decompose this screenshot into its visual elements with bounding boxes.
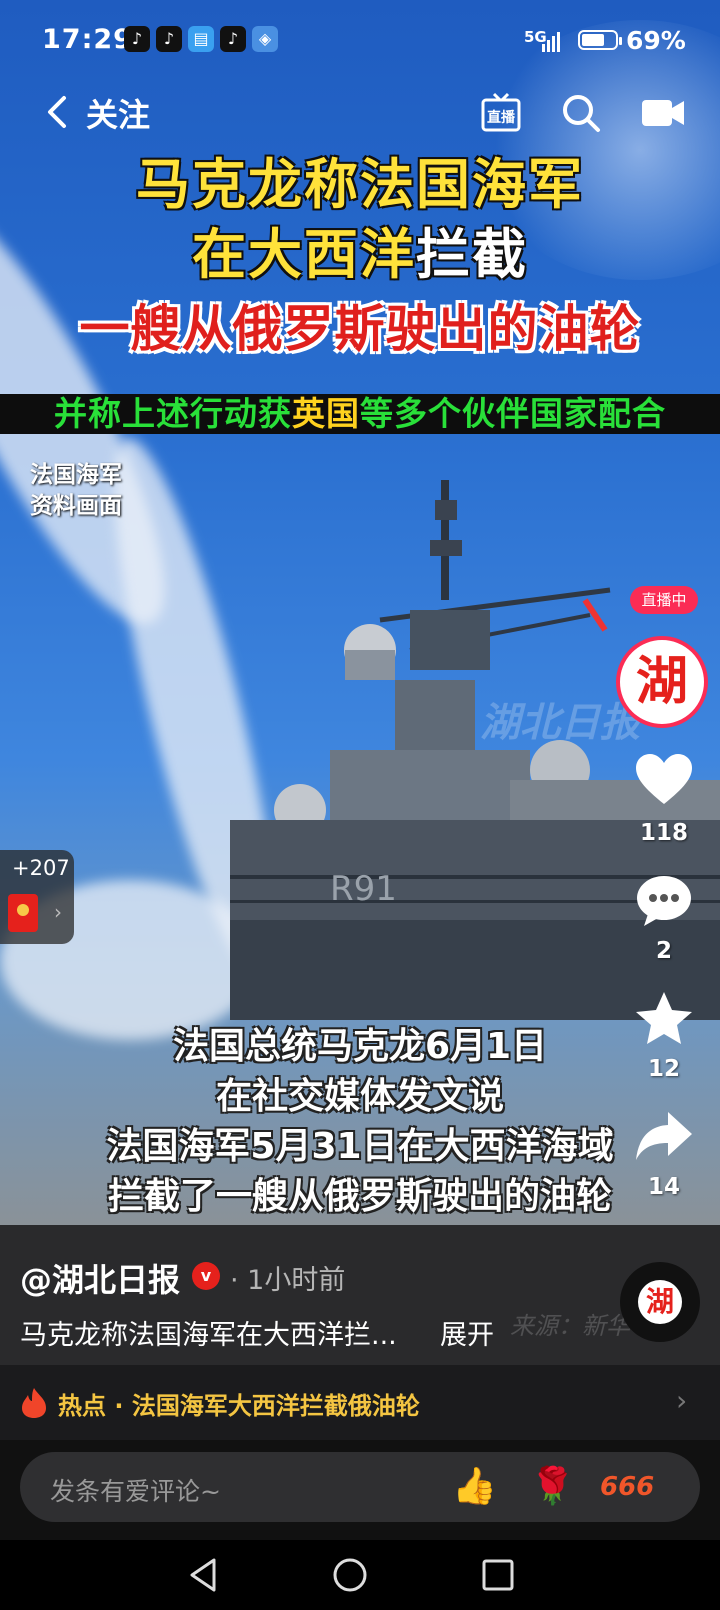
page-title[interactable]: 关注 — [86, 90, 150, 136]
favorite-count: 12 — [647, 1056, 680, 1082]
comment-icon[interactable] — [634, 872, 694, 928]
recents-square-icon[interactable] — [478, 1555, 518, 1595]
back-arrow-icon[interactable] — [40, 94, 76, 130]
chevron-right-icon: › — [54, 900, 62, 924]
thumbs-up-emoji[interactable]: 👍 — [452, 1465, 497, 1507]
shield-icon: ◈ — [252, 26, 278, 52]
author-name[interactable]: @湖北日报 — [20, 1255, 180, 1301]
comment-count: 2 — [655, 938, 672, 964]
flame-icon — [22, 1388, 46, 1418]
archive-footage-label: 法国海军 资料画面 — [30, 462, 122, 519]
share-icon[interactable] — [634, 1108, 694, 1164]
video-watermark: 湖北日报 — [480, 700, 640, 746]
video-description: 马克龙称法国海军在大西洋拦... — [20, 1320, 397, 1351]
hull-number: R91 — [330, 869, 397, 909]
status-bar: 17:29 ♪ ♪ ▤ ♪ ◈ 5G 69% — [0, 0, 720, 80]
heart-icon[interactable] — [634, 752, 694, 808]
home-circle-icon[interactable] — [330, 1555, 370, 1595]
headline-line-2: 在大西洋拦截 — [192, 223, 528, 286]
live-label: 直播 — [487, 109, 516, 126]
douyin-icon: ♪ — [124, 26, 150, 52]
battery-fill — [582, 34, 605, 46]
live-now-badge[interactable]: 直播中 — [630, 586, 698, 614]
video-subtitles: 法国总统马克龙6月1日 在社交媒体发文说 法国海军5月31日在大西洋海域 拦截了… — [0, 1022, 720, 1222]
headline-line-1: 马克龙称法国海军 — [136, 153, 584, 216]
disc-avatar-char: 湖 — [638, 1280, 682, 1324]
back-triangle-icon[interactable] — [184, 1555, 224, 1595]
battery-percent: 69% — [626, 26, 686, 55]
author-avatar[interactable]: 湖 — [616, 636, 708, 728]
video-headline: 马克龙称法国海军 在大西洋拦截 一艘从俄罗斯驶出的油轮 — [0, 150, 720, 368]
search-icon[interactable] — [560, 92, 602, 134]
verified-badge: v — [192, 1262, 220, 1290]
headline-banner: 并称上述行动获英国等多个伙伴国家配合 — [0, 394, 720, 434]
red-packet-widget[interactable]: +207 › — [0, 850, 74, 944]
battery-icon — [578, 30, 622, 50]
clock: 17:29 — [42, 24, 133, 55]
subtitle-line: 法国总统马克龙6月1日 — [172, 1026, 548, 1067]
subtitle-line: 法国海军5月31日在大西洋海域 — [106, 1126, 614, 1167]
chevron-right-icon: › — [676, 1384, 688, 1417]
subtitle-line: 拦截了一艘从俄罗斯驶出的油轮 — [107, 1176, 612, 1217]
douyin-icon: ♪ — [156, 26, 182, 52]
red-envelope-icon — [8, 894, 38, 932]
live-tv-icon[interactable]: 直播 — [480, 92, 522, 134]
reader-icon: ▤ — [188, 26, 214, 52]
expand-button[interactable]: 展开 — [440, 1313, 494, 1352]
reward-count: +207 — [12, 856, 70, 880]
avatar-char: 湖 — [635, 652, 688, 712]
post-time: · 1小时前 — [230, 1265, 346, 1296]
emoji-666[interactable]: 666 — [600, 1472, 654, 1502]
source-watermark: 来源：新华 — [510, 1312, 630, 1340]
share-count: 14 — [647, 1174, 680, 1200]
signal-icon — [542, 30, 560, 52]
music-disc[interactable]: 湖 — [620, 1262, 700, 1342]
video-camera-icon[interactable] — [640, 96, 686, 130]
douyin-icon: ♪ — [220, 26, 246, 52]
rose-emoji[interactable]: 🌹 — [530, 1465, 575, 1507]
headline-line-3: 一艘从俄罗斯驶出的油轮 — [79, 300, 641, 358]
subtitle-line: 在社交媒体发文说 — [215, 1076, 504, 1117]
notification-icons: ♪ ♪ ▤ ♪ ◈ — [124, 26, 278, 52]
hot-topic-text[interactable]: 热点 · 法国海军大西洋拦截俄油轮 — [58, 1386, 420, 1421]
comment-placeholder: 发条有爱评论~ — [50, 1477, 221, 1506]
like-count: 118 — [639, 820, 688, 846]
star-icon[interactable] — [634, 990, 694, 1046]
